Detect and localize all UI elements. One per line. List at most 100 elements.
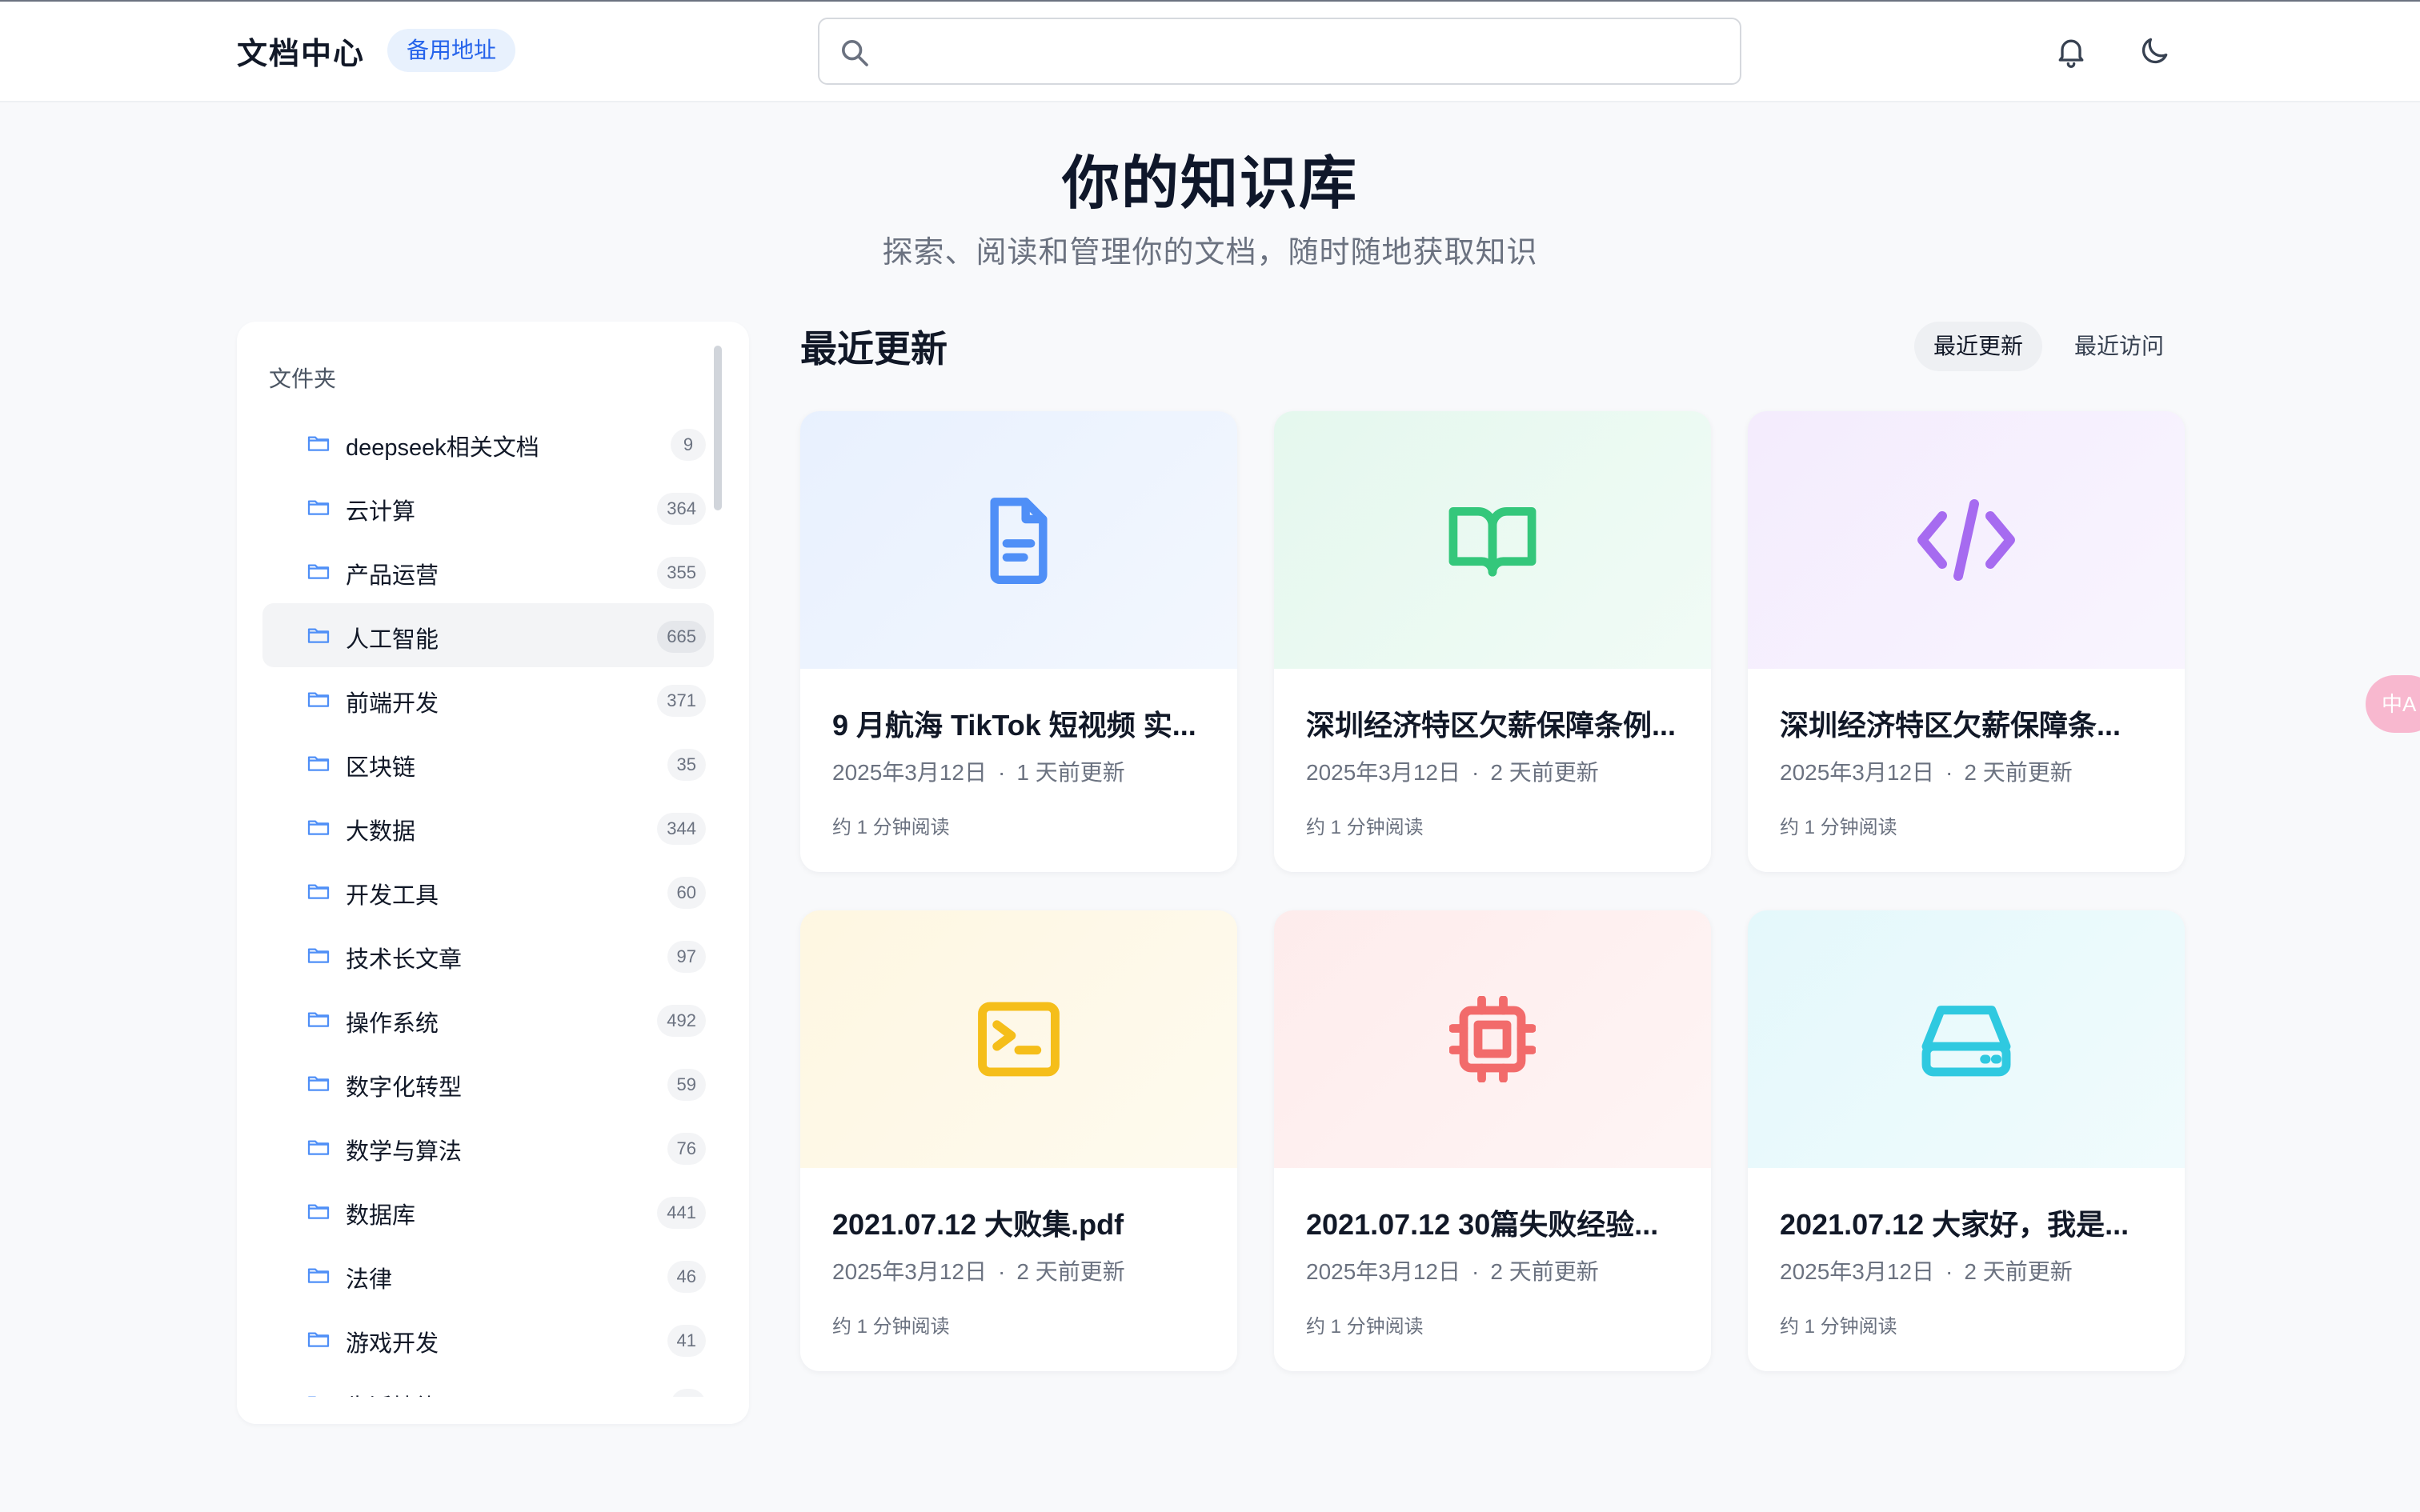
hero-subtitle: 探索、阅读和管理你的文档，随时随地获取知识 [882, 236, 1538, 270]
folder-label: 前端开发 [346, 691, 439, 717]
card-title: 2021.07.12 大败集.pdf [832, 1208, 1124, 1241]
folder-icon [306, 1262, 331, 1288]
card-read-time: 约 1 分钟阅读 [1306, 817, 1424, 838]
sidebar-scrollbar[interactable] [714, 346, 722, 510]
folder-label: 数学与算法 [346, 1139, 463, 1165]
card-title: 2021.07.12 30篇失败经验... [1306, 1208, 1659, 1241]
sidebar-folder-item[interactable]: 前端开发 371 [262, 667, 714, 731]
document-card[interactable]: 2021.07.12 大败集.pdf 2025年3月12日 · 2 天前更新约 1 分… [800, 910, 1237, 1371]
document-card[interactable]: 2021.07.12 大家好，我是... 2025年3月12日 · 2 天前更新约 1… [1748, 910, 2185, 1371]
sidebar-folder-item[interactable]: 生活技能 [262, 1371, 714, 1397]
folder-icon [306, 1006, 331, 1032]
folder-count: 41 [667, 1325, 706, 1357]
folder-count: 441 [657, 1197, 706, 1229]
sidebar-folder-item[interactable]: 数据库 441 [262, 1179, 714, 1243]
card-read-time: 约 1 分钟阅读 [1306, 1316, 1424, 1338]
card-read-time: 约 1 分钟阅读 [1780, 1316, 1897, 1338]
card-thumbnail [1274, 411, 1711, 669]
folder-label: 云计算 [346, 499, 416, 525]
folder-label: 操作系统 [346, 1011, 439, 1037]
sidebar-folder-item[interactable]: deepseek相关文档 9 [262, 411, 714, 475]
meta-separator: · [1472, 760, 1480, 785]
folder-label: 产品运营 [346, 563, 439, 589]
card-meta: 2025年3月12日 · 2 天前更新 [1780, 755, 2073, 787]
folder-count: 60 [667, 877, 706, 909]
folder-count: 76 [667, 1133, 706, 1165]
brand-title[interactable]: 文档中心 [237, 29, 365, 73]
sidebar-folder-item[interactable]: 开发工具 60 [262, 859, 714, 923]
card-read-time: 约 1 分钟阅读 [832, 817, 950, 838]
folder-count: 344 [657, 813, 706, 845]
translate-fab[interactable]: 中A [2366, 675, 2420, 733]
sidebar-folder-item[interactable]: 人工智能 665 [262, 603, 714, 667]
folder-icon [306, 1326, 331, 1352]
folder-label: 法律 [346, 1267, 393, 1293]
sidebar-folder-item[interactable]: 游戏开发 41 [262, 1307, 714, 1371]
card-date: 2025年3月12日 [1306, 760, 1461, 785]
search-input[interactable] [818, 18, 1741, 85]
meta-separator: · [1472, 1259, 1480, 1284]
folder-icon [306, 558, 331, 584]
card-read-time: 约 1 分钟阅读 [1780, 817, 1897, 838]
card-thumbnail [1748, 910, 2185, 1168]
folder-icon [306, 1134, 331, 1160]
card-thumbnail [1748, 411, 2185, 669]
document-card[interactable]: 深圳经济特区欠薪保障条例... 2025年3月12日 · 2 天前更新约 1 分钟阅读 [1274, 411, 1711, 872]
card-date: 2025年3月12日 [1306, 1259, 1461, 1284]
sidebar-folder-item[interactable]: 数学与算法 76 [262, 1115, 714, 1179]
folder-label: 游戏开发 [346, 1331, 439, 1357]
card-meta: 2025年3月12日 · 2 天前更新 [1306, 755, 1599, 787]
tab-recent-visited[interactable]: 最近访问 [2055, 322, 2183, 371]
folder-label: deepseek相关文档 [346, 435, 539, 461]
folder-list: deepseek相关文档 9 云计算 364 产品运营 355 人工智能 665 前端开发 371… [262, 411, 714, 1397]
card-read-time: 约 1 分钟阅读 [832, 1316, 950, 1338]
folder-icon [306, 878, 331, 904]
sidebar-folder-item[interactable]: 大数据 344 [262, 795, 714, 859]
document-card[interactable]: 深圳经济特区欠薪保障条... 2025年3月12日 · 2 天前更新约 1 分钟阅读 [1748, 411, 2185, 872]
folder-label: 数据库 [346, 1203, 416, 1229]
folder-icon [306, 430, 331, 456]
meta-separator: · [1945, 1259, 1953, 1284]
document-card[interactable]: 2021.07.12 30篇失败经验... 2025年3月12日 · 2 天前更新约 … [1274, 910, 1711, 1371]
card-meta: 2025年3月12日 · 2 天前更新 [832, 1254, 1125, 1286]
card-date: 2025年3月12日 [832, 1259, 988, 1284]
tab-recent-updated[interactable]: 最近更新 [1914, 322, 2043, 371]
search-icon [842, 40, 868, 66]
card-title: 深圳经济特区欠薪保障条例... [1306, 709, 1677, 742]
card-date: 2025年3月12日 [832, 760, 988, 785]
folder-label: 数字化转型 [346, 1075, 463, 1101]
bell-icon[interactable] [2053, 34, 2089, 69]
card-meta: 2025年3月12日 · 2 天前更新 [1306, 1254, 1599, 1286]
moon-icon[interactable] [2137, 34, 2172, 69]
folder-count: 35 [667, 749, 706, 781]
folder-icon [306, 622, 331, 648]
card-date: 2025年3月12日 [1780, 760, 1935, 785]
hero-title: 你的知识库 [1061, 152, 1358, 216]
folder-sidebar: 文件夹 deepseek相关文档 9 云计算 364 产品运营 355 人工智能 665 前端开… [237, 322, 749, 1424]
sidebar-folder-item[interactable]: 云计算 364 [262, 475, 714, 539]
section-title: 最近更新 [800, 328, 948, 370]
folder-icon [306, 1390, 331, 1397]
card-updated: 1 天前更新 [1016, 760, 1125, 785]
card-title: 9 月航海 TikTok 短视频 实... [832, 709, 1196, 742]
alt-address-badge[interactable]: 备用地址 [387, 29, 516, 72]
sidebar-folder-item[interactable]: 数字化转型 59 [262, 1051, 714, 1115]
document-card[interactable]: 9 月航海 TikTok 短视频 实... 2025年3月12日 · 1 天前更新约 … [800, 411, 1237, 872]
sidebar-folder-item[interactable]: 技术长文章 97 [262, 923, 714, 987]
sidebar-folder-item[interactable]: 法律 46 [262, 1243, 714, 1307]
top-header: 文档中心 备用地址 [0, 2, 2420, 102]
card-updated: 2 天前更新 [1964, 760, 2073, 785]
folder-count: 371 [657, 685, 706, 717]
folder-count: 97 [667, 941, 706, 973]
card-date: 2025年3月12日 [1780, 1259, 1935, 1284]
folder-icon [306, 814, 331, 840]
sidebar-folder-item[interactable]: 区块链 35 [262, 731, 714, 795]
card-thumbnail [1274, 910, 1711, 1168]
folder-icon [306, 942, 331, 968]
card-updated: 2 天前更新 [1490, 1259, 1599, 1284]
folder-count: 46 [667, 1261, 706, 1293]
card-thumbnail [800, 910, 1237, 1168]
sidebar-folder-item[interactable]: 操作系统 492 [262, 987, 714, 1051]
folder-count [671, 1389, 706, 1397]
sidebar-folder-item[interactable]: 产品运营 355 [262, 539, 714, 603]
